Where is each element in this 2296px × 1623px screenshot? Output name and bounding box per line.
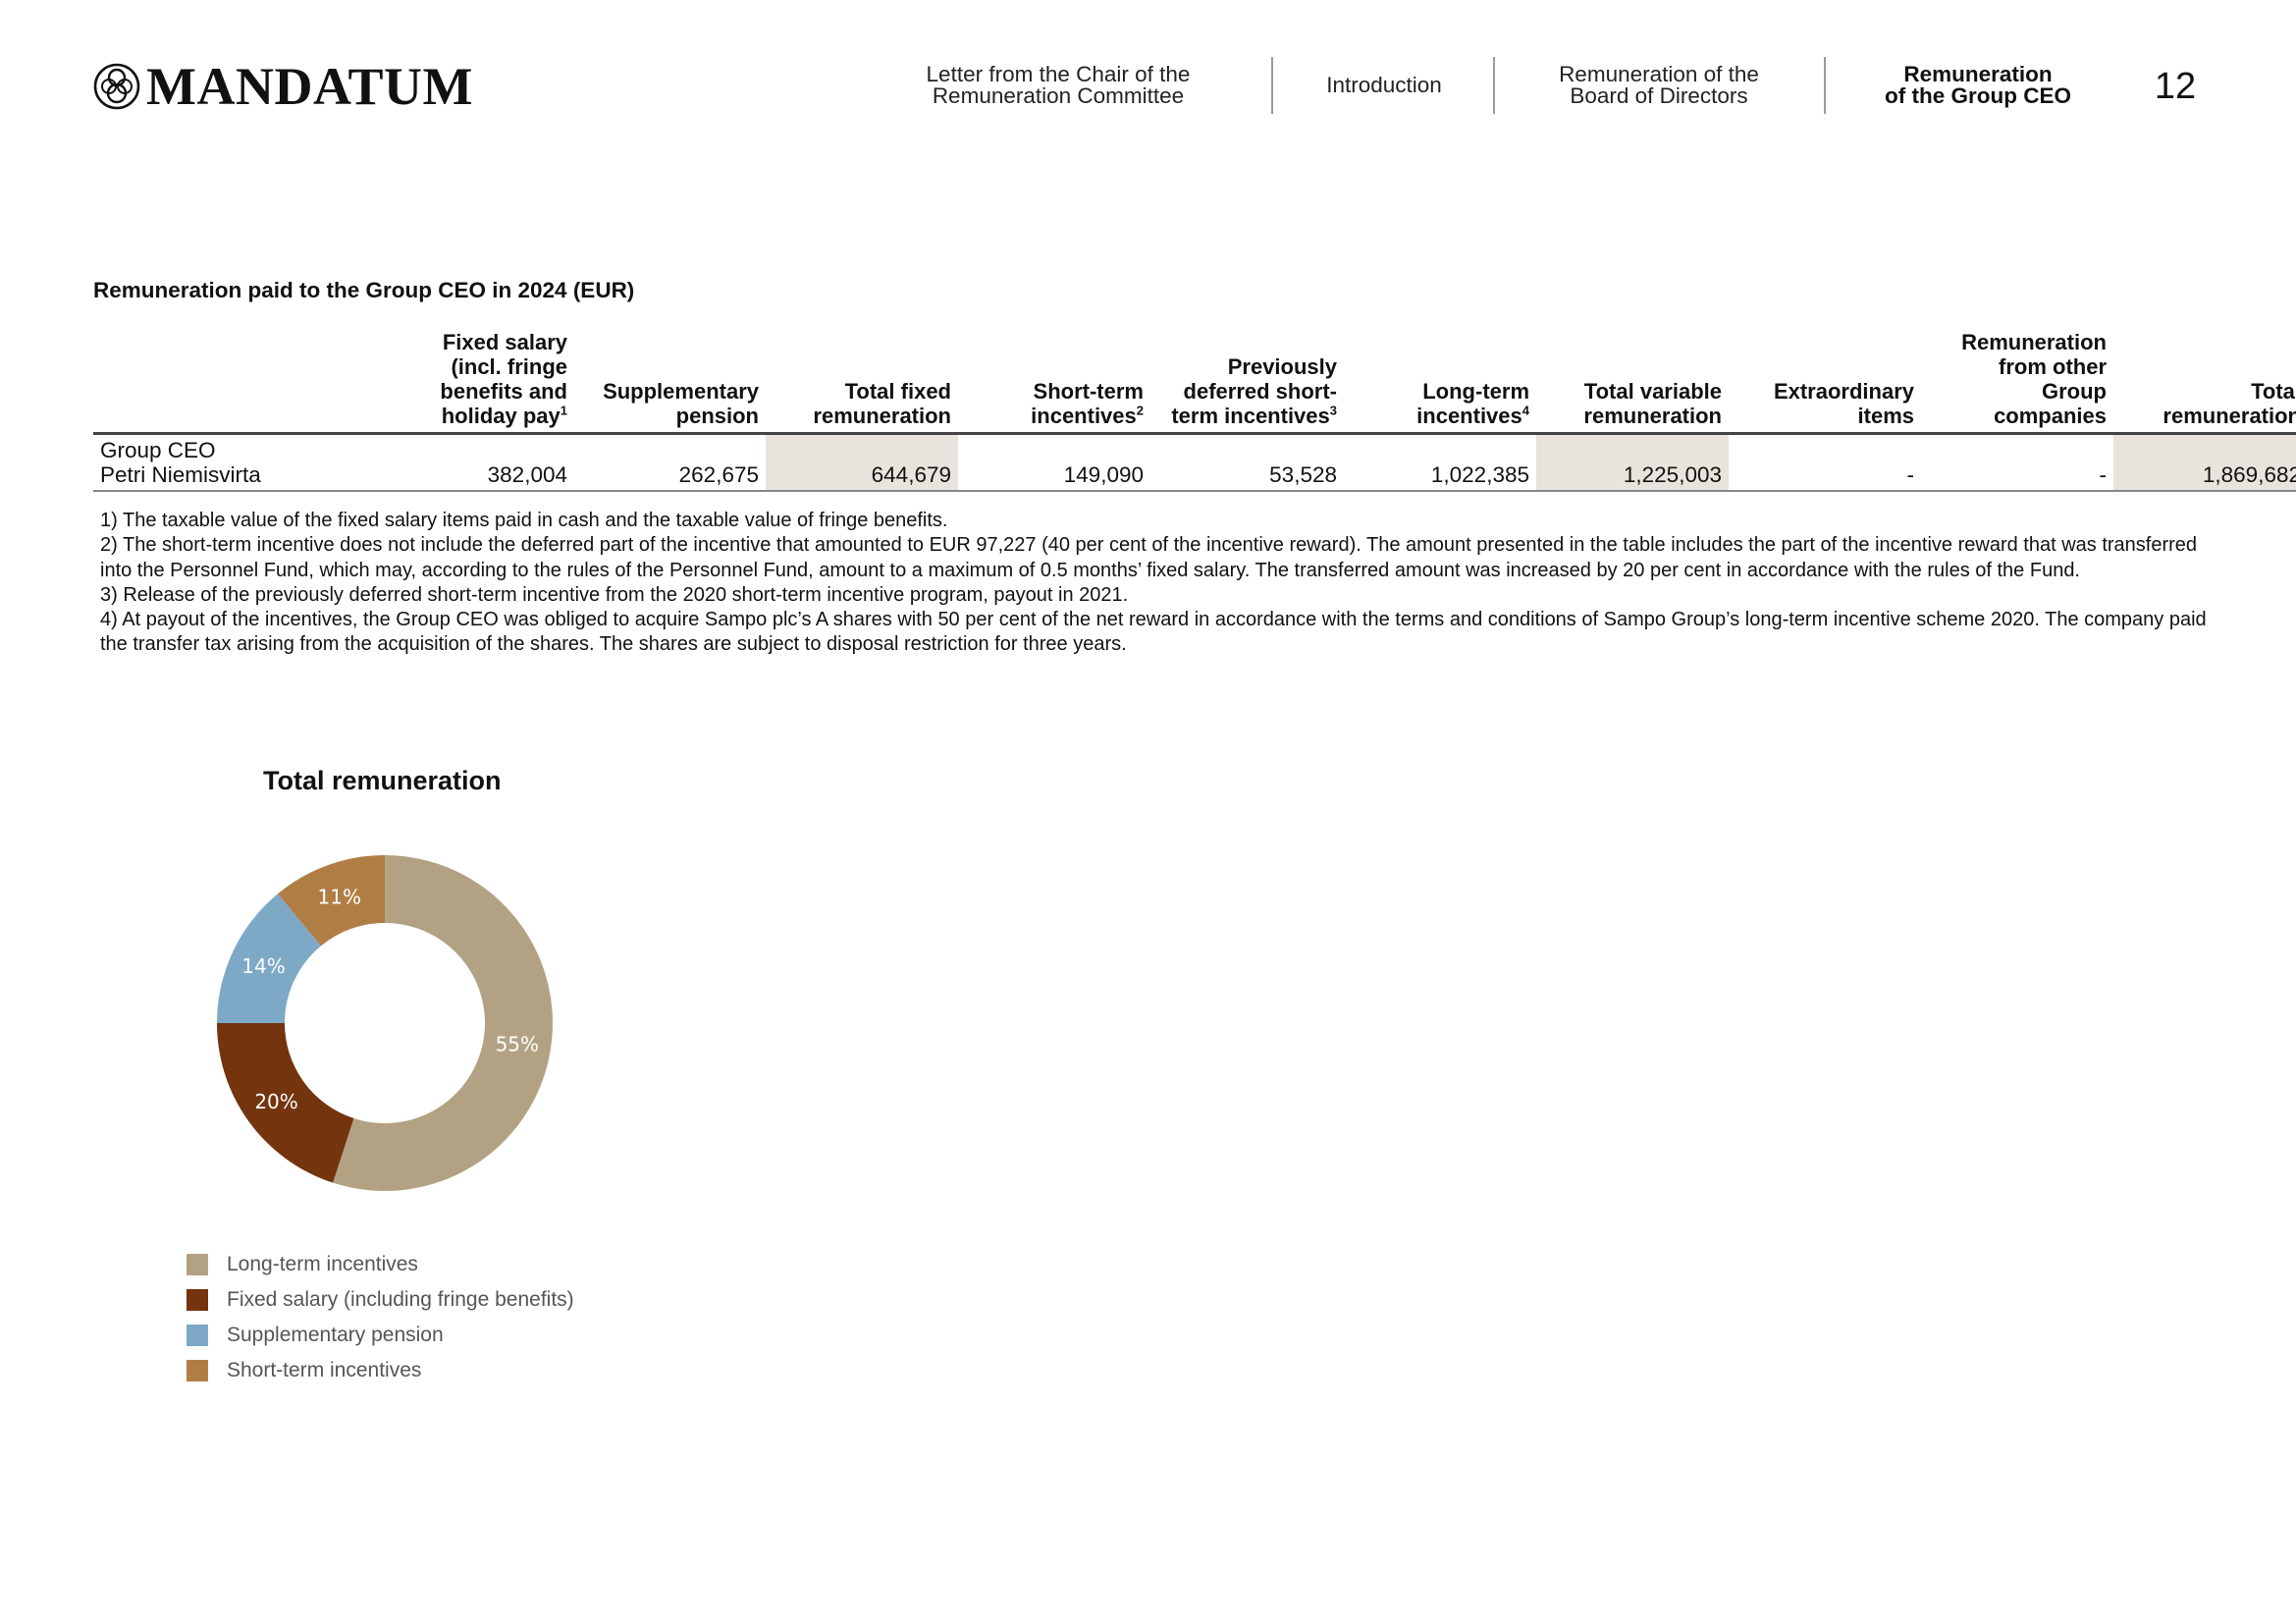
nav-divider [1824,57,1826,114]
slice-label: 55% [496,1032,539,1055]
slice-label: 14% [241,954,285,978]
footnote-4: 4) At payout of the incentives, the Grou… [100,609,2207,656]
column-header-total-variable: Total variable remuneration [1536,330,1729,435]
nav-divider [1271,57,1273,114]
legend-item: Fixed salary (including fringe benefits) [187,1282,574,1318]
column-header-fixed-salary: Fixed salary (incl. fringe benefits and … [334,330,574,435]
donut-slice [217,893,321,1023]
table-title: Remuneration paid to the Group CEO in 20… [93,278,635,302]
donut-slice [333,855,554,1191]
legend-label: Long-term incentives [227,1253,418,1275]
cell-total: 1,869,682 [2113,433,2296,492]
remuneration-table: Fixed salary (incl. fringe benefits and … [93,330,2296,492]
cell-supplementary-pension: 262,675 [574,433,766,492]
cell-total-variable: 1,225,003 [1536,433,1729,492]
legend-item: Short-term incentives [187,1353,574,1388]
cell-long-term: 1,022,385 [1344,433,1536,492]
footnotes: 1) The taxable value of the fixed salary… [100,509,2211,658]
column-header-other-group: Remuneration from other Group companies [1921,330,2113,435]
row-person: Petri Niemisvirta [100,462,261,487]
legend-label: Short-term incentives [227,1359,422,1381]
cell-short-term: 149,090 [958,433,1150,492]
legend-swatch [187,1325,208,1346]
column-header-total-fixed: Total fixed remuneration [766,330,958,435]
chart-title: Total remuneration [263,766,502,795]
slice-label: 11% [318,886,361,909]
cell-total-fixed: 644,679 [766,433,958,492]
footnote-1: 1) The taxable value of the fixed salary… [100,510,948,531]
footnote-3: 3) Release of the previously deferred sh… [100,583,1129,606]
cell-fixed-salary: 382,004 [334,433,574,492]
row-label: Group CEO Petri Niemisvirta [93,433,334,492]
legend-item: Long-term incentives [187,1247,574,1282]
column-header-name [93,330,334,435]
column-header-previously-deferred: Previously deferred short- term incentiv… [1150,330,1344,435]
donut-slice [217,1023,354,1183]
cell-previously-deferred: 53,528 [1150,433,1344,492]
nav-divider [1493,57,1495,114]
page-number: 12 [2154,66,2197,107]
column-header-supplementary-pension: Supplementary pension [574,330,766,435]
brand-logo[interactable]: MANDATUM [93,57,473,116]
legend-label: Fixed salary (including fringe benefits) [227,1288,574,1311]
legend-label: Supplementary pension [227,1324,444,1346]
brand-name: MANDATUM [146,57,473,116]
slice-label: 20% [254,1090,297,1113]
footnote-2: 2) The short-term incentive does not inc… [100,534,2198,581]
nav-ceo-remuneration[interactable]: Remuneration of the Group CEO [1845,57,2110,114]
row-role: Group CEO [100,438,216,462]
legend-swatch [187,1289,208,1311]
nav-introduction[interactable]: Introduction [1286,57,1482,114]
table-header-row: Fixed salary (incl. fringe benefits and … [93,330,2296,435]
chart-legend: Long-term incentives Fixed salary (includ… [187,1247,574,1388]
column-header-short-term: Short-term incentives2 [958,330,1150,435]
legend-swatch [187,1254,208,1275]
column-header-total: Total remuneration [2113,330,2296,435]
cell-extraordinary: - [1729,433,1921,492]
legend-swatch [187,1360,208,1381]
logo-emblem-icon [93,63,140,110]
nav-board-remuneration[interactable]: Remuneration of the Board of Directors [1512,57,1806,114]
column-header-extraordinary: Extraordinary items [1729,330,1921,435]
cell-other-group: - [1921,433,2113,492]
legend-item: Supplementary pension [187,1318,574,1353]
column-header-long-term: Long-term incentives4 [1344,330,1536,435]
table-row: Group CEO Petri Niemisvirta 382,004 262,… [93,433,2296,492]
donut-slice [278,855,385,947]
nav-letter-from-chair[interactable]: Letter from the Chair of the Remuneratio… [891,57,1225,114]
